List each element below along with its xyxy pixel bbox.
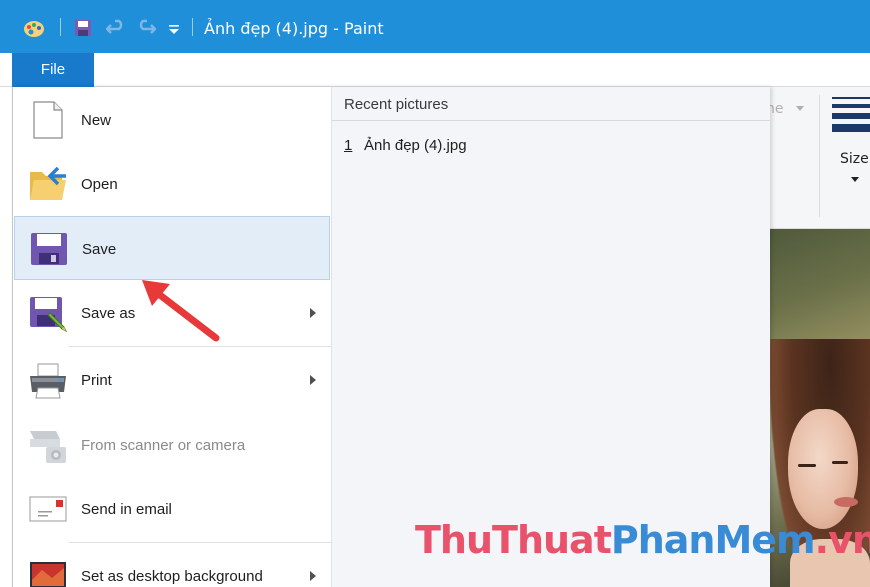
menu-item-from-scanner[interactable]: From scanner or camera — [14, 413, 330, 477]
menu-item-label: Save — [82, 241, 117, 258]
title-separator — [60, 18, 61, 36]
watermark: ThuThuatPhanMem.vn — [415, 518, 870, 562]
recent-item-number: 1 — [344, 137, 353, 154]
redo-icon[interactable] — [136, 19, 156, 37]
customize-dropdown-icon[interactable] — [168, 24, 180, 36]
submenu-arrow-icon — [310, 308, 316, 318]
menu-item-label: Save as — [81, 305, 136, 322]
recent-header-divider — [332, 120, 771, 121]
menu-separator — [69, 542, 331, 543]
menu-item-send-email[interactable]: Send in email — [14, 477, 330, 541]
chevron-down-icon[interactable] — [851, 177, 859, 182]
menu-item-new[interactable]: New — [14, 88, 330, 152]
open-folder-icon — [30, 166, 66, 200]
scanner-camera-icon — [30, 431, 66, 463]
recent-pictures-header: Recent pictures — [344, 96, 449, 113]
menu-item-label: Open — [81, 176, 118, 193]
submenu-arrow-icon — [310, 571, 316, 581]
ribbon-tab-row — [0, 53, 870, 87]
line-size-icon[interactable] — [832, 97, 870, 137]
paint-app-icon[interactable] — [22, 17, 46, 39]
window-title: Ảnh đẹp (4).jpg - Paint — [204, 19, 384, 38]
save-icon — [31, 233, 67, 265]
file-tab[interactable]: File — [12, 53, 94, 87]
file-menu: New Open Save Save as Print From scanner… — [12, 87, 771, 587]
menu-item-label: Send in email — [81, 501, 172, 518]
annotation-arrow — [142, 280, 220, 342]
recent-item-name: Ảnh đẹp (4).jpg — [364, 137, 467, 154]
menu-item-open[interactable]: Open — [14, 152, 330, 216]
undo-icon[interactable] — [106, 19, 126, 37]
title-bar: Ảnh đẹp (4).jpg - Paint — [0, 0, 870, 53]
menu-item-print[interactable]: Print — [14, 348, 330, 412]
menu-item-label: From scanner or camera — [81, 437, 246, 454]
menu-item-label: Set as desktop background — [81, 568, 263, 585]
submenu-arrow-icon — [310, 375, 316, 385]
email-icon — [29, 496, 67, 522]
desktop-background-icon — [30, 562, 66, 587]
new-file-icon — [33, 101, 63, 139]
menu-item-desktop-background[interactable]: Set as desktop background — [14, 544, 330, 587]
save-as-icon — [30, 297, 68, 333]
chevron-down-icon — [796, 106, 804, 111]
menu-item-label: Print — [81, 372, 112, 389]
title-separator — [192, 18, 193, 36]
ribbon-divider — [819, 95, 820, 217]
save-icon[interactable] — [74, 19, 92, 37]
menu-item-label: New — [81, 112, 112, 129]
size-button-label[interactable]: Size — [840, 151, 869, 167]
photo-face — [788, 409, 858, 529]
recent-pictures-pane: Recent pictures 1 Ảnh đẹp (4).jpg — [331, 87, 771, 587]
printer-icon — [30, 363, 66, 399]
ribbon-panel: ne Size — [766, 87, 870, 229]
